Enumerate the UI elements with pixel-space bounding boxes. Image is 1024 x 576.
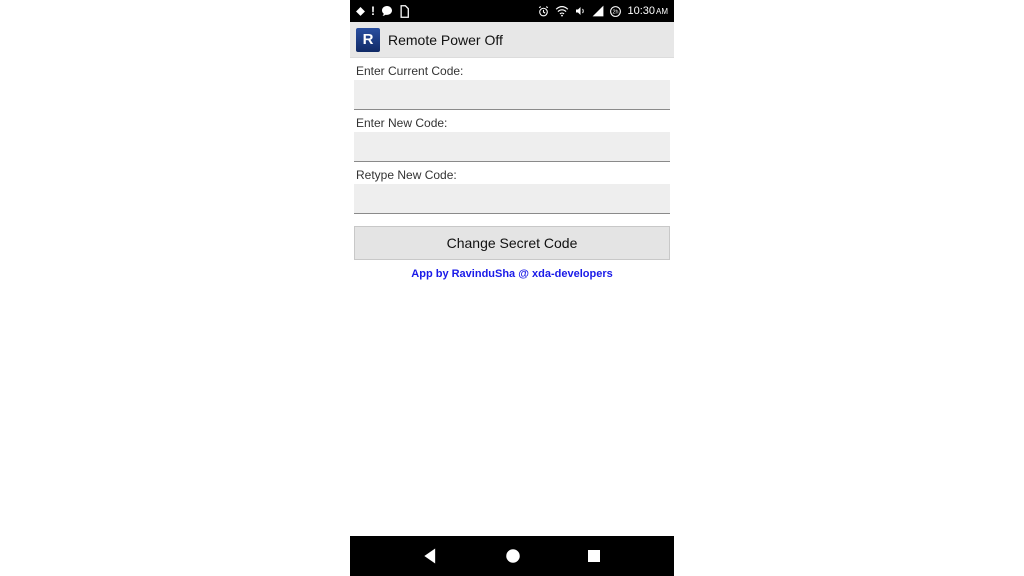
app-icon: R <box>356 28 380 52</box>
retype-code-input[interactable] <box>354 184 670 214</box>
alert-icon: ! <box>371 4 375 18</box>
app-icon-letter: R <box>363 31 374 48</box>
clock-time: 10:30AM <box>627 5 668 17</box>
nav-recent-icon[interactable] <box>585 547 603 565</box>
wifi-icon <box>555 5 569 17</box>
chat-notif-icon <box>381 5 393 17</box>
retype-code-label: Retype New Code: <box>354 168 670 182</box>
app-title: Remote Power Off <box>388 32 503 48</box>
new-code-input[interactable] <box>354 132 670 162</box>
alarm-icon <box>537 5 550 18</box>
signal-icon <box>592 5 604 17</box>
sim-notif-icon <box>399 5 409 18</box>
change-secret-code-button[interactable]: Change Secret Code <box>354 226 670 260</box>
status-left: ! <box>356 4 409 18</box>
app-bar: R Remote Power Off <box>350 22 674 58</box>
time-digits: 10:30 <box>627 5 655 17</box>
current-code-input[interactable] <box>354 80 670 110</box>
data-usage-icon: 2h <box>609 5 622 18</box>
diamond-notif-icon <box>356 7 365 16</box>
nav-bar <box>350 536 674 576</box>
content-area: Enter Current Code: Enter New Code: Rety… <box>350 58 674 536</box>
nav-home-icon[interactable] <box>504 547 522 565</box>
status-bar: ! 2h 10:30AM <box>350 0 674 22</box>
credit-text[interactable]: App by RavinduSha @ xda-developers <box>354 268 670 280</box>
phone-frame: ! 2h 10:30AM <box>350 0 674 576</box>
svg-text:2h: 2h <box>613 9 619 15</box>
time-ampm: AM <box>656 7 668 16</box>
volume-icon <box>574 5 587 17</box>
current-code-label: Enter Current Code: <box>354 64 670 78</box>
new-code-label: Enter New Code: <box>354 116 670 130</box>
status-right: 2h 10:30AM <box>537 5 668 18</box>
nav-back-icon[interactable] <box>421 546 441 566</box>
